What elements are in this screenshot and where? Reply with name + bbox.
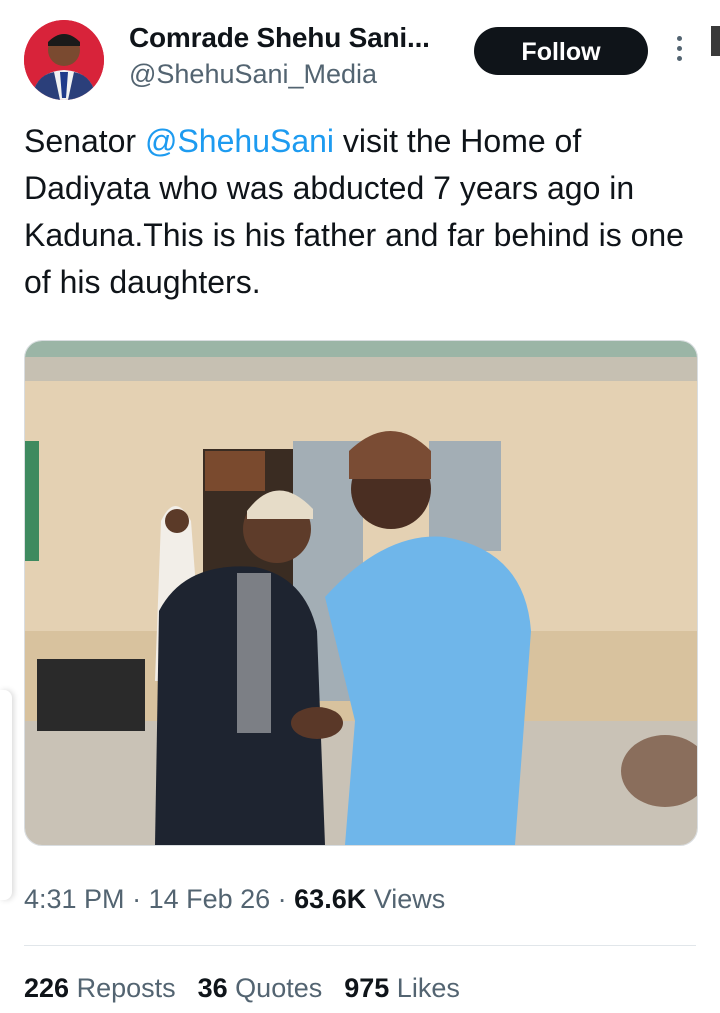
tweet-text: Senator @ShehuSani visit the Home of Dad… [24, 118, 704, 306]
photo-illustration [25, 341, 697, 845]
reposts-stat[interactable]: 226 Reposts [24, 973, 176, 1003]
likes-label: Likes [389, 973, 460, 1003]
author-handle[interactable]: @ShehuSani_Media [129, 59, 377, 90]
tweet-meta: 4:31 PM · 14 Feb 26 · 63.6K Views [24, 884, 445, 915]
quotes-label: Quotes [227, 973, 323, 1003]
tweet-photo[interactable] [24, 340, 698, 846]
avatar-image [24, 20, 104, 100]
meta-separator: · [124, 884, 149, 914]
engagement-stats: 226 Reposts 36 Quotes 975 Likes [24, 973, 482, 1004]
quotes-stat[interactable]: 36 Quotes [198, 973, 323, 1003]
tweet-date[interactable]: 14 Feb 26 [149, 884, 271, 914]
views-count: 63.6K [294, 884, 367, 914]
tweet-time[interactable]: 4:31 PM [24, 884, 125, 914]
scroll-edge-marker [711, 26, 720, 56]
avatar[interactable] [24, 20, 104, 100]
reposts-count: 226 [24, 973, 70, 1003]
views-label: Views [366, 884, 446, 914]
follow-button[interactable]: Follow [474, 27, 648, 75]
left-edge-panel [0, 690, 12, 900]
likes-count: 975 [344, 973, 390, 1003]
author-name[interactable]: Comrade Shehu Sani... [129, 22, 430, 54]
meta-separator: · [270, 884, 295, 914]
likes-stat[interactable]: 975 Likes [344, 973, 460, 1003]
more-vertical-icon[interactable] [670, 36, 688, 66]
tweet-text-start: Senator [24, 123, 145, 159]
quotes-count: 36 [197, 973, 228, 1003]
reposts-label: Reposts [69, 973, 176, 1003]
divider [24, 945, 696, 946]
mention-link[interactable]: @ShehuSani [145, 123, 334, 159]
